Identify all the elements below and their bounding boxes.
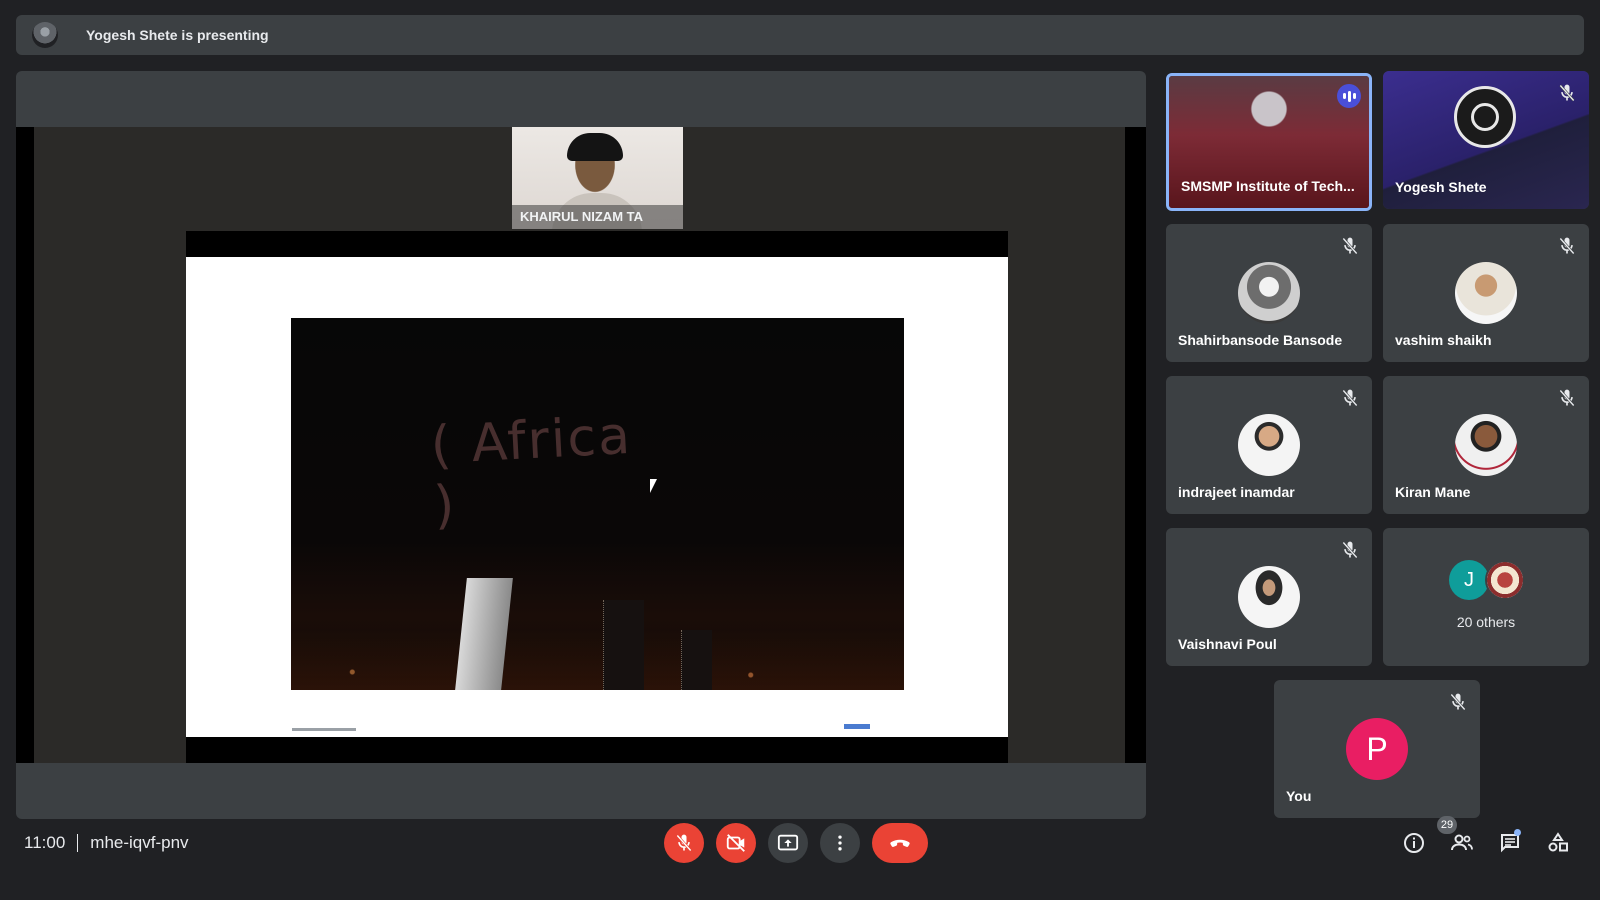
meeting-details-button[interactable] [1400, 829, 1428, 857]
participant-tile-kiran[interactable]: Kiran Mane [1383, 376, 1589, 514]
present-now-button[interactable] [768, 823, 808, 863]
meeting-time: 11:00 [24, 833, 66, 852]
participant-name: vashim shaikh [1395, 332, 1492, 348]
participant-tile-vashim[interactable]: vashim shaikh [1383, 224, 1589, 362]
participant-tile-yogesh[interactable]: Yogesh Shete [1383, 71, 1589, 209]
participant-name: Kiran Mane [1395, 484, 1471, 500]
mic-off-icon [1342, 237, 1358, 255]
participant-tile-shahirbansode[interactable]: Shahirbansode Bansode [1166, 224, 1372, 362]
participant-name: You [1286, 788, 1312, 804]
avatar [1485, 560, 1525, 600]
mouse-cursor-icon [650, 479, 663, 493]
others-avatar-group: J [1449, 560, 1529, 600]
chat-notification-dot [1514, 829, 1521, 836]
leave-call-button[interactable] [872, 823, 928, 863]
participant-name: indrajeet inamdar [1178, 484, 1295, 500]
presentation-slide: ( Africa ) [186, 257, 1008, 737]
slide-frame: ( Africa ) [186, 231, 1008, 763]
speaking-indicator-icon [1337, 84, 1361, 108]
participant-name: SMSMP Institute of Tech... [1181, 178, 1355, 194]
participant-name: Shahirbansode Bansode [1178, 332, 1343, 348]
presenting-text: Yogesh Shete is presenting [86, 27, 269, 43]
pip-name-label: KHAIRUL NIZAM TA [512, 205, 683, 229]
more-options-icon [838, 835, 842, 851]
activities-icon [1548, 832, 1568, 852]
participant-count-badge: 29 [1437, 816, 1457, 834]
slide-footer-text [292, 728, 356, 731]
drone-light-text: ( Africa ) [429, 405, 634, 537]
avatar [1455, 414, 1517, 476]
participant-tile-vaishnavi[interactable]: Vaishnavi Poul [1166, 528, 1372, 666]
avatar: J [1449, 560, 1489, 600]
camera-toggle-button[interactable] [716, 823, 756, 863]
bottom-bar: 11:00 mhe-iqvf-pnv 29 [0, 815, 1600, 900]
presenter-avatar-icon [32, 22, 58, 48]
others-tile[interactable]: J 20 others [1383, 528, 1589, 666]
divider [77, 834, 79, 852]
avatar [1455, 262, 1517, 324]
activities-button[interactable] [1544, 829, 1572, 857]
participant-name: Yogesh Shete [1395, 179, 1487, 195]
mic-off-icon [1559, 84, 1575, 102]
shared-screen-content: KHAIRUL NIZAM TA ( Africa ) [34, 127, 1125, 763]
presenter-camera-pip: KHAIRUL NIZAM TA [512, 127, 683, 229]
avatar [1238, 566, 1300, 628]
shared-screen: KHAIRUL NIZAM TA ( Africa ) [16, 127, 1146, 763]
mic-off-icon [1342, 389, 1358, 407]
building [681, 630, 712, 690]
participant-tile-indrajeet[interactable]: indrajeet inamdar [1166, 376, 1372, 514]
presenting-banner: Yogesh Shete is presenting [16, 15, 1584, 55]
meeting-info: 11:00 mhe-iqvf-pnv [24, 833, 189, 853]
avatar [1238, 262, 1300, 324]
people-icon [1451, 834, 1473, 851]
present-screen-icon [777, 834, 799, 851]
more-options-button[interactable] [820, 823, 860, 863]
meeting-code: mhe-iqvf-pnv [90, 833, 189, 852]
mic-toggle-button[interactable] [664, 823, 704, 863]
city-lights [291, 630, 904, 690]
hang-up-icon [890, 839, 910, 847]
others-count-label: 20 others [1456, 614, 1516, 630]
obs-logo-icon [1454, 86, 1516, 148]
presentation-stage[interactable]: KHAIRUL NIZAM TA ( Africa ) [16, 71, 1146, 819]
building [603, 600, 644, 690]
people-button[interactable] [1448, 829, 1476, 857]
self-tile[interactable]: P You [1274, 680, 1480, 818]
mic-off-icon [1559, 237, 1575, 255]
mic-off-icon [676, 834, 692, 852]
slide-video: ( Africa ) [291, 318, 904, 690]
avatar: P [1346, 718, 1408, 780]
mic-off-icon [1559, 389, 1575, 407]
participant-name: Vaishnavi Poul [1178, 636, 1277, 652]
slide-footer-logo [844, 724, 870, 729]
participant-tile-smsmp[interactable]: SMSMP Institute of Tech... [1166, 73, 1372, 211]
info-icon [1404, 833, 1424, 853]
avatar [1238, 414, 1300, 476]
mic-off-icon [1450, 693, 1466, 711]
mic-off-icon [1342, 541, 1358, 559]
camera-off-icon [726, 834, 745, 852]
